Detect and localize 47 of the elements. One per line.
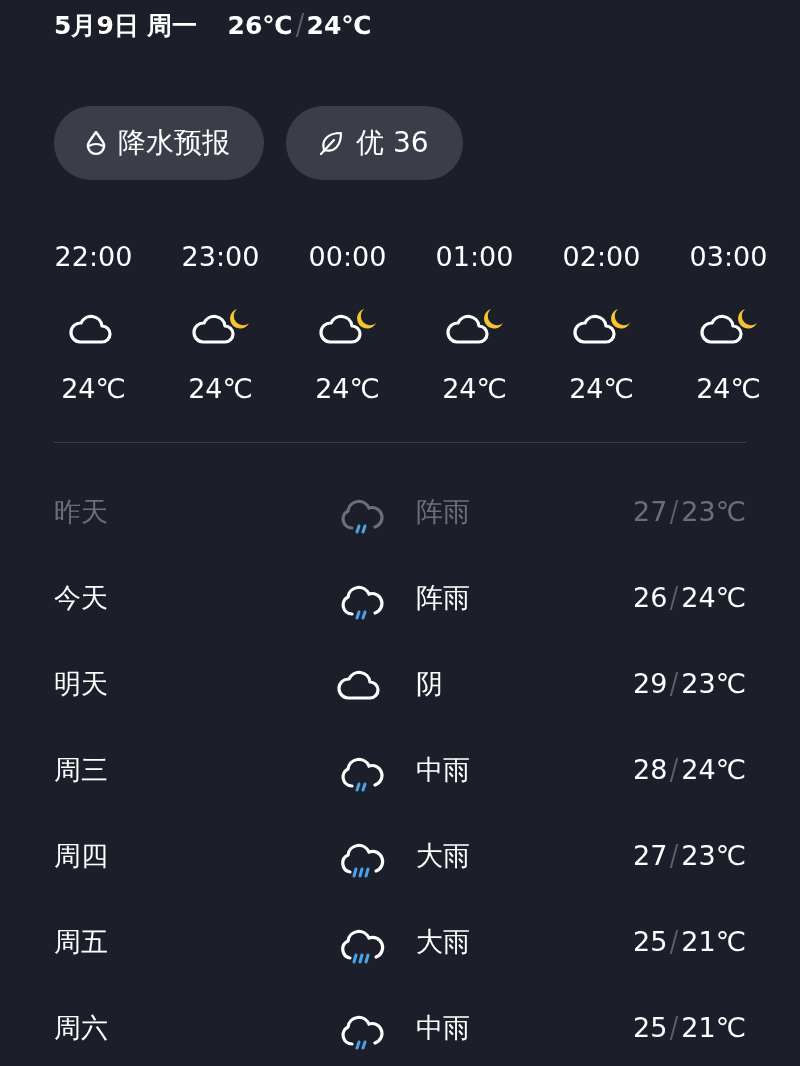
day-label: 今天 <box>54 580 109 615</box>
day-label: 周四 <box>54 838 109 873</box>
day-label: 昨天 <box>54 494 109 529</box>
weather-condition: 中雨 <box>416 752 471 787</box>
weather-condition: 阵雨 <box>416 494 471 529</box>
weather-condition: 大雨 <box>416 838 471 873</box>
low-temp: 23℃ <box>681 666 746 701</box>
high-temp: 26℃ <box>227 9 293 42</box>
weather-condition: 阵雨 <box>416 580 471 615</box>
low-temp: 24℃ <box>306 9 372 42</box>
high-temp: 28 <box>632 752 668 787</box>
day-label: 周五 <box>54 924 109 959</box>
weather-condition: 中雨 <box>416 1010 471 1045</box>
hour-temp: 24℃ <box>61 372 126 406</box>
weather-condition: 阴 <box>416 666 444 701</box>
day-label: 周六 <box>54 1010 109 1045</box>
leaf-icon <box>318 130 344 156</box>
low-temp: 24℃ <box>681 580 746 615</box>
low-temp: 23℃ <box>681 494 746 529</box>
hour-time: 00:00 <box>308 240 387 274</box>
high-temp: 25 <box>632 1010 668 1045</box>
hour-temp: 24℃ <box>188 372 253 406</box>
day-label: 周三 <box>54 752 109 787</box>
high-temp: 26 <box>632 580 668 615</box>
drop-icon <box>86 130 106 156</box>
air-quality-button[interactable]: 优 36 <box>286 106 463 180</box>
hour-time: 01:00 <box>435 240 514 274</box>
high-temp: 25 <box>632 924 668 959</box>
high-temp: 27 <box>632 494 668 529</box>
hour-time: 23:00 <box>181 240 260 274</box>
hour-temp: 24℃ <box>696 372 761 406</box>
hour-time: 03:00 <box>689 240 768 274</box>
hour-temp: 24℃ <box>442 372 507 406</box>
precipitation-button[interactable]: 降水预报 <box>54 106 264 180</box>
low-temp: 24℃ <box>681 752 746 787</box>
hour-temp: 24℃ <box>569 372 634 406</box>
high-temp: 27 <box>632 838 668 873</box>
date-text: 5月9日 周一 <box>54 9 198 42</box>
hour-temp: 24℃ <box>315 372 380 406</box>
day-label: 明天 <box>54 666 109 701</box>
low-temp: 21℃ <box>681 924 746 959</box>
hour-time: 02:00 <box>562 240 641 274</box>
low-temp: 21℃ <box>681 1010 746 1045</box>
hour-time: 22:00 <box>54 240 133 274</box>
weather-condition: 大雨 <box>416 924 471 959</box>
high-temp: 29 <box>632 666 668 701</box>
low-temp: 23℃ <box>681 838 746 873</box>
